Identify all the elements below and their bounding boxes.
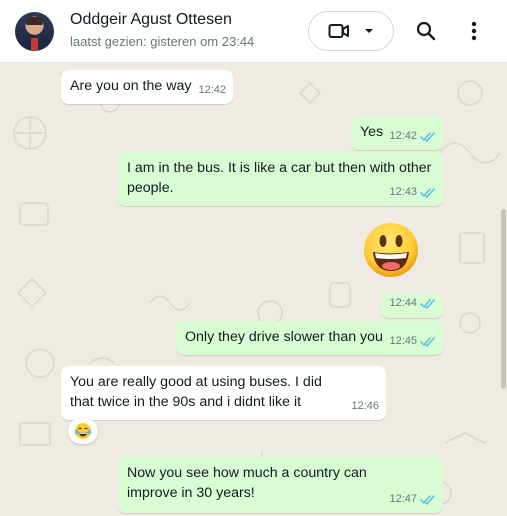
message-reaction[interactable] [68, 418, 98, 444]
message-text: Only they drive slower than you [185, 329, 383, 345]
message-list[interactable]: Are you on the way 12:42 Yes 12:42 I am … [0, 63, 507, 516]
message-text: Now you see how much a country can impro… [127, 465, 367, 501]
double-check-icon [420, 336, 435, 347]
message-time: 12:42 [198, 84, 226, 96]
message-bubble-outgoing[interactable]: 12:44 [381, 294, 443, 318]
message-bubble-outgoing[interactable]: Now you see how much a country can impro… [118, 457, 443, 513]
message-text: I am in the bus. It is like a car but th… [127, 160, 432, 196]
video-call-icon [328, 24, 349, 38]
chat-scrollbar[interactable] [501, 209, 506, 389]
double-check-icon [420, 298, 435, 309]
message-meta: 12:45 [389, 331, 436, 351]
message-meta: 12:46 [351, 396, 379, 416]
message-time: 12:44 [389, 297, 417, 309]
message-meta: 12:44 [389, 293, 436, 313]
message-text: You are really good at using buses. I di… [70, 374, 322, 410]
search-button[interactable] [412, 17, 440, 45]
double-check-icon [420, 131, 435, 142]
message-meta: 12:42 [198, 80, 226, 100]
message-time: 12:46 [351, 400, 379, 412]
avatar[interactable] [15, 12, 54, 51]
message-meta: 12:47 [389, 489, 436, 509]
double-check-icon [420, 187, 435, 198]
message-time: 12:45 [389, 335, 417, 347]
search-icon [416, 21, 436, 41]
message-text: Are you on the way [70, 78, 192, 94]
grinning-face-emoji[interactable] [362, 221, 420, 279]
avatar-tie [31, 38, 38, 51]
video-call-button[interactable] [308, 11, 394, 51]
menu-button[interactable] [460, 17, 488, 45]
chevron-down-icon [365, 29, 373, 33]
message-bubble-incoming[interactable]: You are really good at using buses. I di… [61, 366, 386, 420]
message-bubble-outgoing[interactable]: Only they drive slower than you 12:45 [176, 321, 443, 355]
message-meta: 12:43 [389, 182, 436, 202]
message-time: 12:43 [389, 186, 417, 198]
message-text: Yes [360, 124, 384, 140]
chat-header: Oddgeir Agust Ottesen laatst gezien: gis… [0, 0, 507, 63]
avatar-hair [26, 17, 43, 25]
message-bubble-outgoing[interactable]: Yes 12:42 [351, 116, 443, 150]
message-time: 12:42 [389, 130, 417, 142]
message-bubble-incoming[interactable]: Are you on the way 12:42 [61, 70, 233, 104]
last-seen-status: laatst gezien: gisteren om 23:44 [70, 34, 255, 49]
message-bubble-outgoing[interactable]: I am in the bus. It is like a car but th… [118, 152, 443, 206]
tears-of-joy-emoji [74, 423, 92, 439]
double-check-icon [420, 494, 435, 505]
contact-name[interactable]: Oddgeir Agust Ottesen [70, 11, 232, 29]
message-time: 12:47 [389, 493, 417, 505]
more-vertical-icon [471, 21, 477, 41]
message-meta: 12:42 [389, 126, 436, 146]
